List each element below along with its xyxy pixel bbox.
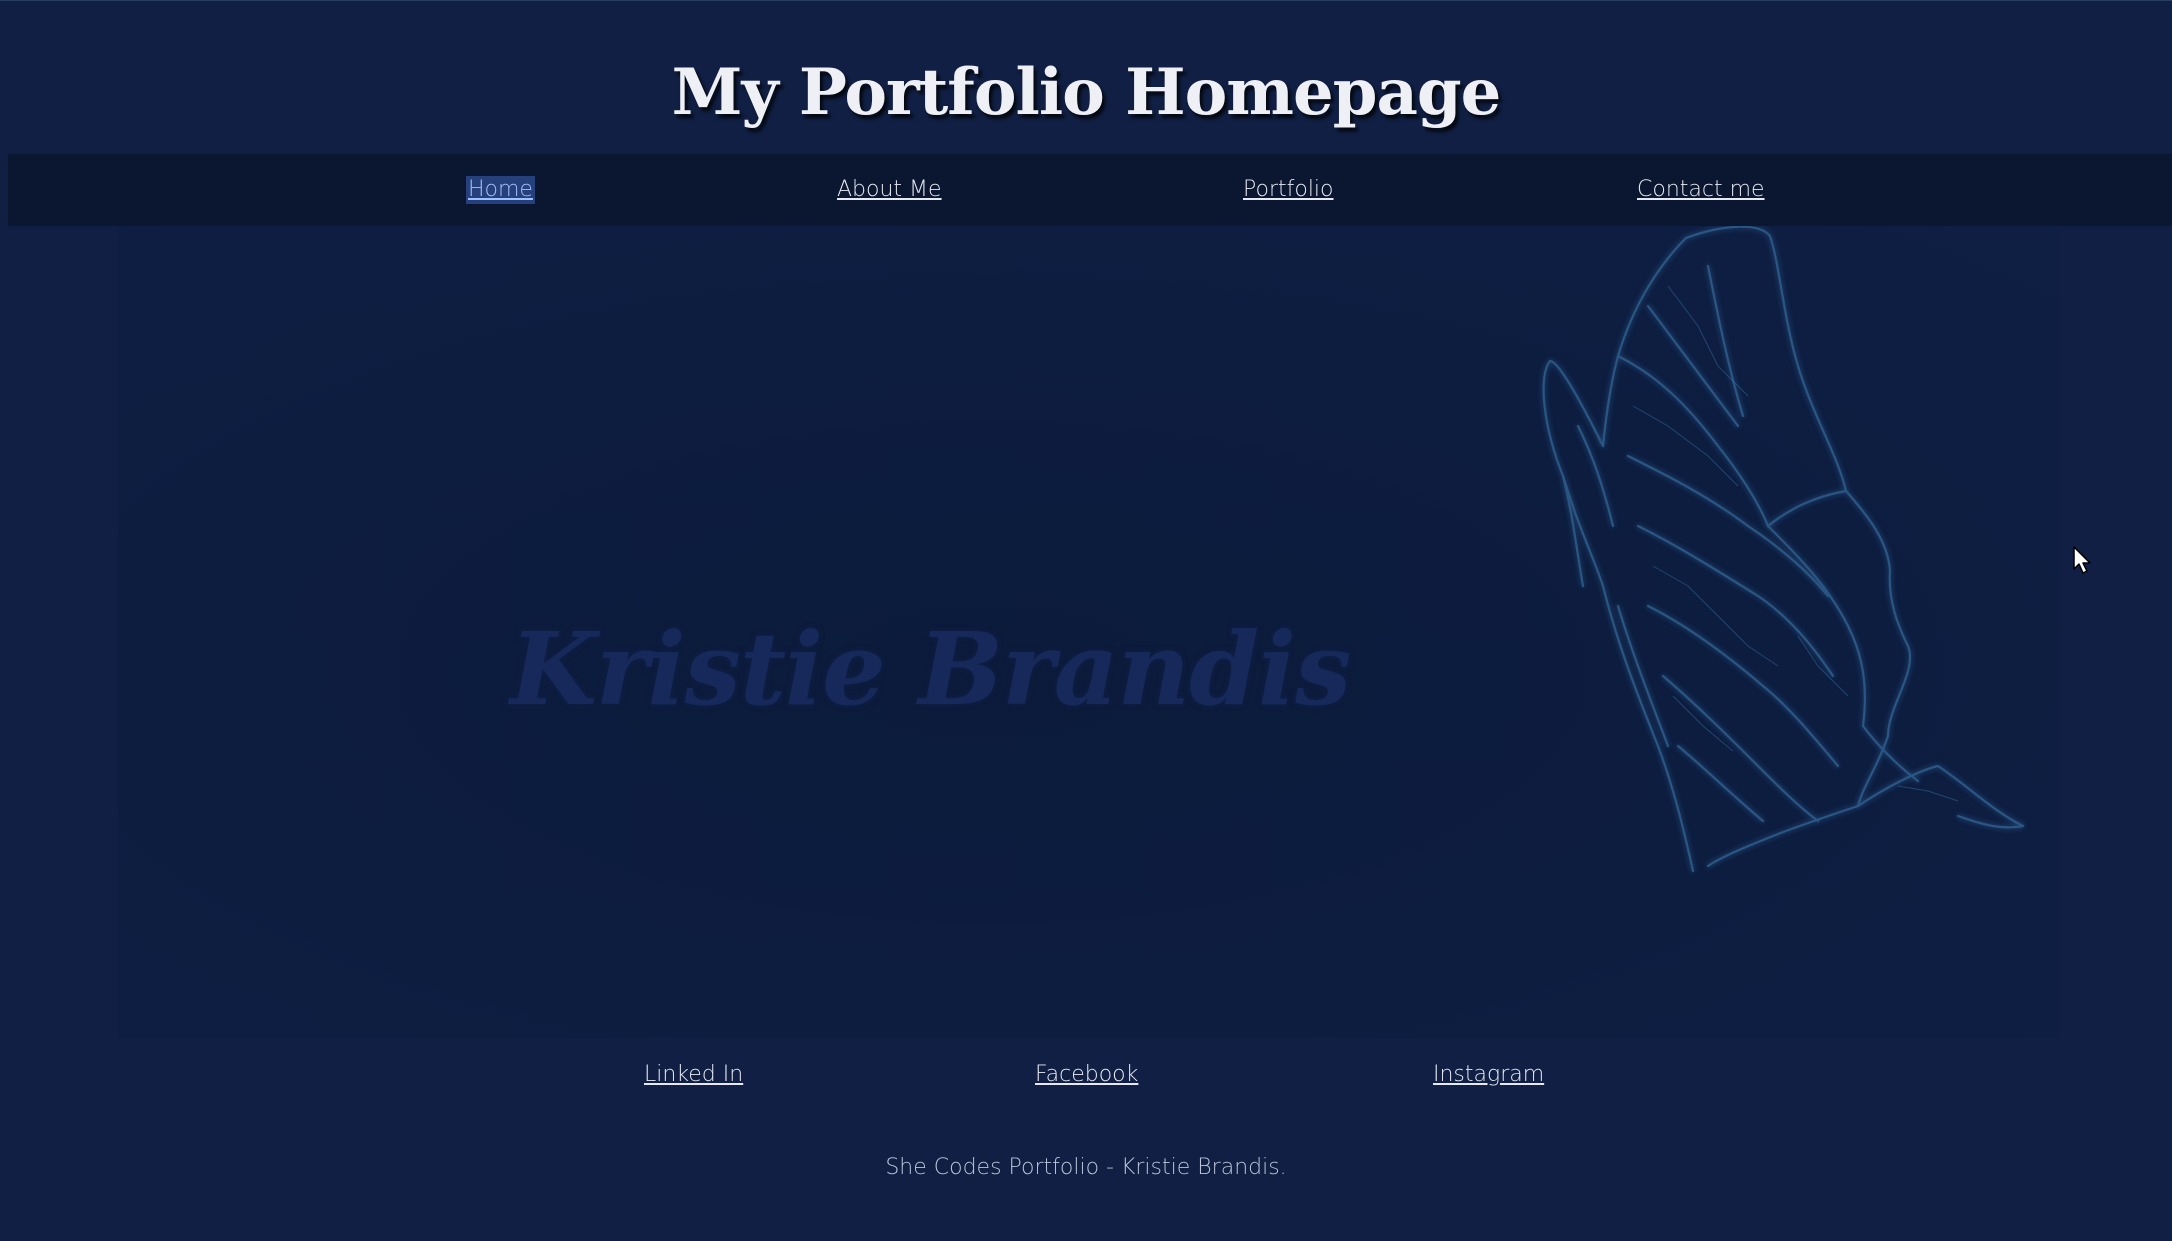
social-link-linkedin[interactable]: Linked In: [644, 1061, 743, 1089]
nav-link-home[interactable]: Home: [466, 176, 535, 204]
nav-link-contact-me[interactable]: Contact me: [1635, 176, 1767, 204]
mouse-cursor-icon: [2073, 546, 2091, 574]
footer-text: She Codes Portfolio - Kristie Brandis.: [885, 1155, 1287, 1180]
nav-link-about-me[interactable]: About Me: [835, 176, 944, 204]
page-title: My Portfolio Homepage: [671, 55, 1502, 130]
social-link-facebook[interactable]: Facebook: [1035, 1061, 1138, 1089]
hero-name: Kristie Brandis: [510, 610, 1351, 728]
nav-link-portfolio[interactable]: Portfolio: [1241, 176, 1336, 204]
hero-banner: Kristie Brandis: [118, 226, 2060, 1038]
navbar: Home About Me Portfolio Contact me: [8, 154, 2172, 226]
butterfly-icon: [1542, 226, 2025, 873]
social-link-instagram[interactable]: Instagram: [1433, 1061, 1544, 1089]
